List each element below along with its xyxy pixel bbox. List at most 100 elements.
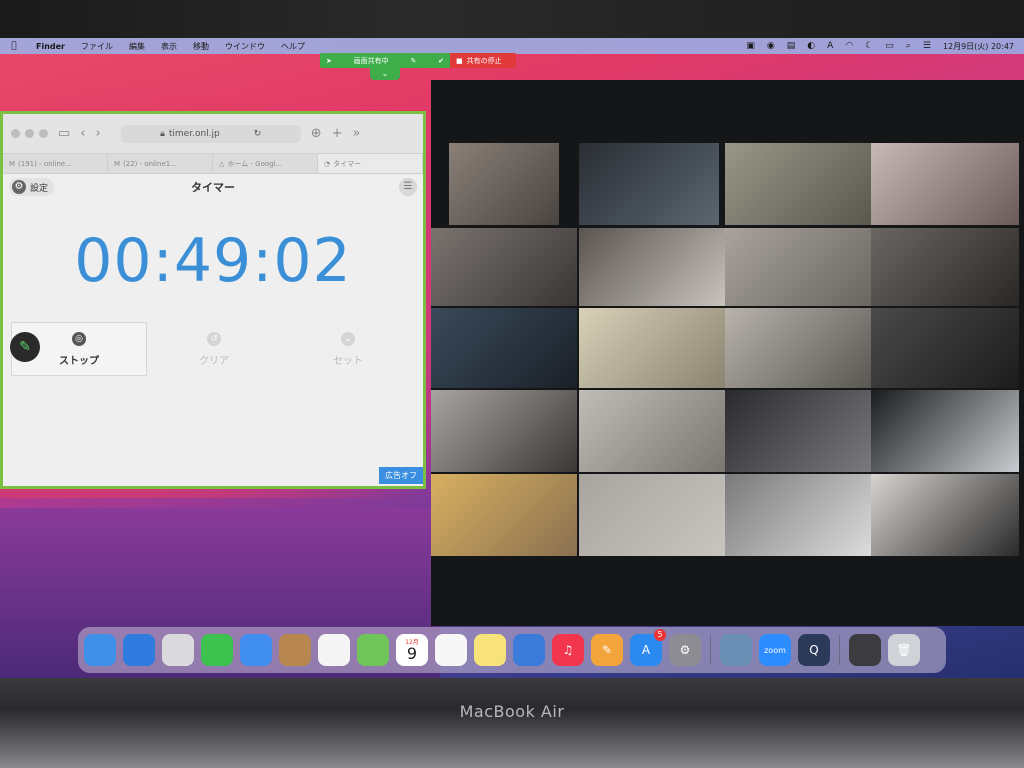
video-tile[interactable] xyxy=(431,228,577,306)
share-expand-chevron-icon[interactable]: ⌄ xyxy=(370,68,400,80)
stop-share-button[interactable]: ■ 共有の停止 xyxy=(450,53,516,68)
dock-reminders-icon[interactable] xyxy=(435,634,467,666)
menu-view[interactable]: 表示 xyxy=(153,41,185,52)
share-status-label: 画面共有中 xyxy=(353,56,389,65)
new-tab-icon[interactable]: + xyxy=(332,126,343,141)
video-tile[interactable] xyxy=(725,474,871,556)
dock-maps-icon[interactable] xyxy=(357,634,389,666)
video-tile[interactable] xyxy=(871,143,1019,225)
video-tile[interactable] xyxy=(871,308,1019,388)
tab-gmail-2[interactable]: M (22) - online1... xyxy=(108,154,213,173)
dock-contacts-icon[interactable] xyxy=(279,634,311,666)
video-tile[interactable] xyxy=(579,143,719,225)
video-tile[interactable] xyxy=(449,143,559,225)
screen-share-status[interactable]: ➤ 画面共有中 ✎ ✔ xyxy=(320,53,450,68)
app-store-badge: 5 xyxy=(654,629,666,641)
vpn-icon[interactable]: ◐ xyxy=(807,41,815,51)
video-tile[interactable] xyxy=(431,474,577,556)
dock-calendar-icon[interactable]: 12月 9 xyxy=(396,634,428,666)
tab-gmail-1[interactable]: M (191) - online... xyxy=(3,154,108,173)
video-tile[interactable] xyxy=(579,390,725,472)
dock-messages-icon[interactable] xyxy=(201,634,233,666)
sidebar-toggle-icon[interactable]: ▭ xyxy=(58,126,70,141)
video-tile[interactable] xyxy=(725,390,871,472)
menu-edit[interactable]: 編集 xyxy=(121,41,153,52)
menu-help[interactable]: ヘルプ xyxy=(273,41,313,52)
dock-trash-icon[interactable]: 🗑︎ xyxy=(888,634,920,666)
dock-quicktime-icon[interactable]: Q xyxy=(798,634,830,666)
stop-circle-icon: ◎ xyxy=(72,331,86,346)
timer-display: 00:49:02 xyxy=(74,226,352,296)
close-window-button[interactable] xyxy=(11,129,20,138)
dock-preview-icon[interactable] xyxy=(720,634,752,666)
menu-file[interactable]: ファイル xyxy=(73,41,121,52)
calendar-day: 9 xyxy=(406,643,418,663)
dock-zoom-icon[interactable]: zoom xyxy=(759,634,791,666)
video-tile[interactable] xyxy=(579,474,725,556)
input-method-icon[interactable]: A xyxy=(827,41,833,51)
dock-photos-icon[interactable] xyxy=(318,634,350,666)
tab-google-drive[interactable]: △ ホーム - Googl... xyxy=(213,154,318,173)
hamburger-menu-icon[interactable]: ☰ xyxy=(399,178,417,196)
dock-screenshot-folder-icon[interactable] xyxy=(849,634,881,666)
address-bar[interactable]: 🔒︎ timer.onl.jp ↻ xyxy=(120,124,301,143)
app-status-icon[interactable]: ▤ xyxy=(787,41,796,51)
tab-label: (22) - online1... xyxy=(123,159,177,168)
set-button[interactable]: ⌄ セット xyxy=(281,322,415,376)
dock-separator xyxy=(839,635,840,665)
video-tile[interactable] xyxy=(725,228,871,306)
spotlight-icon[interactable]: ⌕ xyxy=(906,41,911,51)
download-icon[interactable]: ⊕ xyxy=(311,126,322,141)
video-tile[interactable] xyxy=(431,390,577,472)
share-pointer-icon: ➤ xyxy=(326,56,332,65)
battery-icon[interactable]: ▭ xyxy=(885,41,894,51)
tab-bar: M (191) - online... M (22) - online1... △ ホ… xyxy=(3,154,423,174)
shield-check-icon: ✔ xyxy=(438,56,444,65)
tab-timer[interactable]: ◔ タイマー xyxy=(318,154,423,173)
do-not-disturb-icon[interactable]: ☾ xyxy=(865,41,873,51)
tab-overview-icon[interactable]: » xyxy=(353,126,361,141)
dock-launchpad-icon[interactable] xyxy=(162,634,194,666)
zoom-label: zoom xyxy=(764,645,786,655)
dock-pages-icon[interactable]: ✎ xyxy=(591,634,623,666)
safari-toolbar: ▭ ‹ › 🔒︎ timer.onl.jp ↻ ⊕ + » xyxy=(3,114,423,154)
back-icon[interactable]: ‹ xyxy=(80,126,85,141)
menu-finder[interactable]: Finder xyxy=(28,42,73,51)
apple-logo-icon[interactable]:  xyxy=(0,41,28,51)
dock-system-preferences-icon[interactable]: ⚙ xyxy=(669,634,701,666)
dock-notes-icon[interactable] xyxy=(474,634,506,666)
timer-controls: ◎ ストップ ↺ クリア ⌄ セット xyxy=(3,322,423,376)
zoom-status-icon[interactable]: ▣ xyxy=(746,41,755,51)
control-center-icon[interactable]: ☰ xyxy=(923,41,931,51)
drive-icon: △ xyxy=(219,159,225,168)
screen-record-icon[interactable]: ◉ xyxy=(767,41,775,51)
zoom-window-button[interactable] xyxy=(39,129,48,138)
mic-icon[interactable]: ✎ xyxy=(410,57,416,65)
menu-go[interactable]: 移動 xyxy=(185,41,217,52)
minimize-window-button[interactable] xyxy=(25,129,34,138)
forward-icon[interactable]: › xyxy=(96,126,101,141)
dock-safari-icon[interactable] xyxy=(123,634,155,666)
dock-music-icon[interactable]: ♫ xyxy=(552,634,584,666)
dock-app-store-icon[interactable]: A 5 xyxy=(630,629,666,666)
video-tile[interactable] xyxy=(579,228,725,306)
menubar-clock[interactable]: 12月9日(火) 20:47 xyxy=(943,41,1014,52)
dock-separator xyxy=(710,635,711,665)
dock-keynote-icon[interactable] xyxy=(513,634,545,666)
dock-mail-icon[interactable] xyxy=(240,634,272,666)
reload-icon[interactable]: ↻ xyxy=(254,129,262,139)
video-tile[interactable] xyxy=(871,390,1019,472)
clear-button[interactable]: ↺ クリア xyxy=(147,322,281,376)
video-tile[interactable] xyxy=(725,143,871,225)
video-tile[interactable] xyxy=(579,308,725,388)
video-tile[interactable] xyxy=(725,308,871,388)
video-tile[interactable] xyxy=(431,308,577,388)
menu-window[interactable]: ウインドウ xyxy=(217,41,273,52)
wifi-icon[interactable]: ◠ xyxy=(845,41,853,51)
tab-label: タイマー xyxy=(333,159,362,168)
dock-finder-icon[interactable] xyxy=(84,634,116,666)
ad-off-button[interactable]: 広告オフ xyxy=(379,467,423,484)
video-tile[interactable] xyxy=(871,474,1019,556)
video-tile[interactable] xyxy=(871,228,1019,306)
pencil-edit-icon[interactable]: ✎ xyxy=(10,332,40,362)
